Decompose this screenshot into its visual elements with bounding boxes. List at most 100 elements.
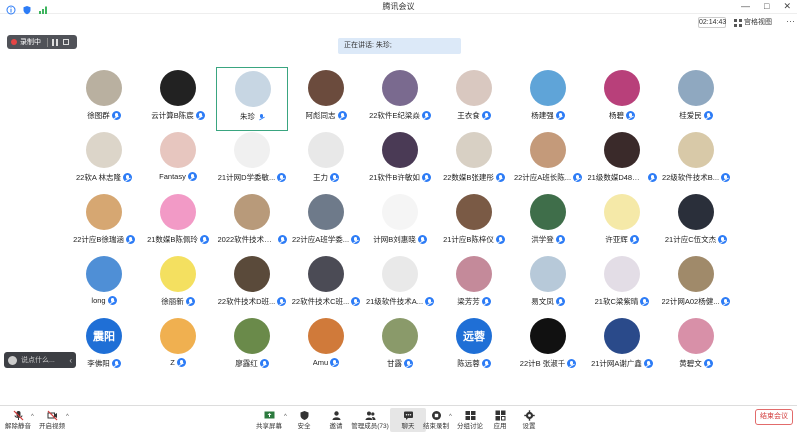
gallery-view-button[interactable]: 宫格视图	[734, 17, 772, 28]
participant-tile[interactable]: 王力	[290, 132, 362, 196]
apps-icon	[495, 408, 506, 421]
participant-label-row: 21级数媒D48朱柏怡	[586, 172, 658, 183]
participant-tile[interactable]: 徐图群	[68, 70, 140, 134]
unmute-button[interactable]: 解除静音	[0, 408, 36, 432]
stop-recording-button[interactable]	[62, 38, 70, 46]
recording-indicator: 录制中	[7, 35, 77, 49]
participant-tile[interactable]: 21计网A谢广鑫	[586, 318, 658, 382]
end-meeting-button[interactable]: 结束会议	[755, 409, 793, 425]
participant-tile[interactable]: 计网B刘惠晓	[364, 194, 436, 258]
chat-input-pill[interactable]: 说点什么... ‹	[4, 352, 76, 368]
participant-tile[interactable]: 阿彪同志	[290, 70, 362, 134]
participant-label-row: 杨建强	[512, 110, 584, 121]
participant-tile[interactable]: 22级软件技术B...	[660, 132, 732, 196]
participant-tile[interactable]: 许亚辉	[586, 194, 658, 258]
pause-recording-button[interactable]	[51, 38, 59, 46]
participant-tile[interactable]: 2022软件技术D...	[216, 194, 288, 258]
participant-tile[interactable]: 甘露	[364, 318, 436, 382]
maximize-icon[interactable]: □	[764, 1, 769, 12]
avatar	[530, 132, 566, 168]
participant-tile[interactable]: 21软C梁紫晴	[586, 256, 658, 320]
participant-tile[interactable]: 远蓉 陈远蓉	[438, 318, 510, 382]
participant-tile[interactable]: 洪学登	[512, 194, 584, 258]
participant-tile[interactable]: 21级数媒D48朱柏怡	[586, 132, 658, 196]
participant-label-row: 22计B 张淑千	[512, 358, 584, 369]
close-icon[interactable]: ✕	[783, 1, 791, 12]
participant-tile[interactable]: 王衣食	[438, 70, 510, 134]
participant-tile[interactable]: long	[68, 256, 140, 320]
participant-name: 22软件技术D班...	[217, 297, 276, 306]
video-options-caret[interactable]: ^	[66, 414, 69, 420]
stop-recording-button[interactable]: 结束录制	[418, 408, 454, 432]
mic-icon	[626, 111, 635, 120]
participant-tile[interactable]: 22软件技术C班...	[290, 256, 362, 320]
participant-tile[interactable]: 22计应A班长陈...	[512, 132, 584, 196]
participant-tile[interactable]: 云计算B陈宸	[142, 70, 214, 134]
security-button[interactable]: 安全	[286, 408, 322, 432]
participant-tile[interactable]: 杨建强	[512, 70, 584, 134]
participant-label-row: 杨碧	[586, 110, 658, 121]
participant-tile[interactable]: 朱珍	[216, 67, 288, 131]
participant-tile[interactable]: 22计B 张淑千	[512, 318, 584, 382]
participant-tile[interactable]: 易文凤	[512, 256, 584, 320]
avatar	[234, 318, 270, 354]
mic-muted-icon	[13, 408, 24, 421]
minimize-icon[interactable]: —	[741, 1, 750, 12]
participant-label-row: Z	[142, 358, 214, 367]
participant-tile[interactable]: 22软件技术D班...	[216, 256, 288, 320]
participant-tile[interactable]: 震阳 李佛阳	[68, 318, 140, 382]
start-video-button[interactable]: 开启视频	[34, 408, 70, 432]
mic-icon	[643, 359, 653, 368]
chevron-left-icon[interactable]: ‹	[69, 356, 72, 365]
participant-tile[interactable]: 22计应B徐瑞涵	[68, 194, 140, 258]
participant-tile[interactable]: 梁芳芳	[438, 256, 510, 320]
participant-name: long	[91, 296, 106, 305]
avatar	[234, 132, 270, 168]
mic-icon	[555, 297, 565, 306]
participant-tile[interactable]: Amu	[290, 318, 362, 382]
participant-tile[interactable]: 21计应B陈梓仪	[438, 194, 510, 258]
bottom-toolbar: 解除静音 ^ 开启视频 ^ 共享屏幕 ^ 安全 邀请 管理成员(73) 聊天 结…	[0, 405, 797, 432]
participant-tile[interactable]: 22数媒B张建彤	[438, 132, 510, 196]
more-options-button[interactable]: ···	[786, 16, 795, 26]
manage-members-button[interactable]: 管理成员(73)	[351, 408, 389, 432]
mic-icon	[629, 235, 639, 244]
participant-tile[interactable]: 桂爱民	[660, 70, 732, 134]
share-screen-button[interactable]: 共享屏幕	[251, 408, 287, 432]
participant-name: 朱珍	[240, 112, 255, 121]
participant-tile[interactable]: 黄碧文	[660, 318, 732, 382]
participant-tile[interactable]: 廖露红	[216, 318, 288, 382]
participant-label-row: 21软C梁紫晴	[586, 296, 658, 307]
participant-tile[interactable]: 21软件B许敏如	[364, 132, 436, 196]
participant-tile[interactable]: 徐丽新	[142, 256, 214, 320]
breakout-icon	[465, 408, 476, 420]
gear-icon	[523, 408, 535, 421]
participant-label-row: 云计算B陈宸	[142, 110, 214, 121]
avatar	[160, 70, 196, 106]
participant-tile[interactable]: Fantasy	[142, 132, 214, 196]
grid-icon	[734, 18, 742, 27]
mic-icon	[351, 297, 361, 306]
avatar	[604, 256, 640, 292]
participant-tile[interactable]: 22软A 林志隆	[68, 132, 140, 196]
invite-button[interactable]: 邀请	[318, 408, 354, 432]
participant-tile[interactable]: 21计应C伍文杰	[660, 194, 732, 258]
participant-label-row: 阿彪同志	[290, 110, 362, 121]
mic-icon	[330, 358, 340, 367]
security-label: 安全	[297, 423, 311, 430]
start-video-label: 开启视频	[39, 423, 65, 430]
participant-tile[interactable]: 21级软件技术A...	[364, 256, 436, 320]
participant-name: 徐图群	[87, 111, 110, 120]
settings-button[interactable]: 设置	[511, 408, 547, 432]
participant-label-row: 22软件技术D班...	[216, 296, 288, 307]
participant-name: 22软件技术C班...	[291, 297, 350, 306]
participant-tile[interactable]: 杨碧	[586, 70, 658, 134]
participant-tile[interactable]: 22软件E纪梁焱	[364, 70, 436, 134]
participant-tile[interactable]: 21计网D学委敏...	[216, 132, 288, 196]
avatar	[235, 71, 271, 107]
participant-tile[interactable]: 22计应A班学委...	[290, 194, 362, 258]
participant-tile[interactable]: 22计网A02杨健...	[660, 256, 732, 320]
participant-tile[interactable]: 21数媒B陈佩玲	[142, 194, 214, 258]
participant-tile[interactable]: Z	[142, 318, 214, 382]
participant-name: 22计应A班长陈...	[513, 173, 572, 182]
